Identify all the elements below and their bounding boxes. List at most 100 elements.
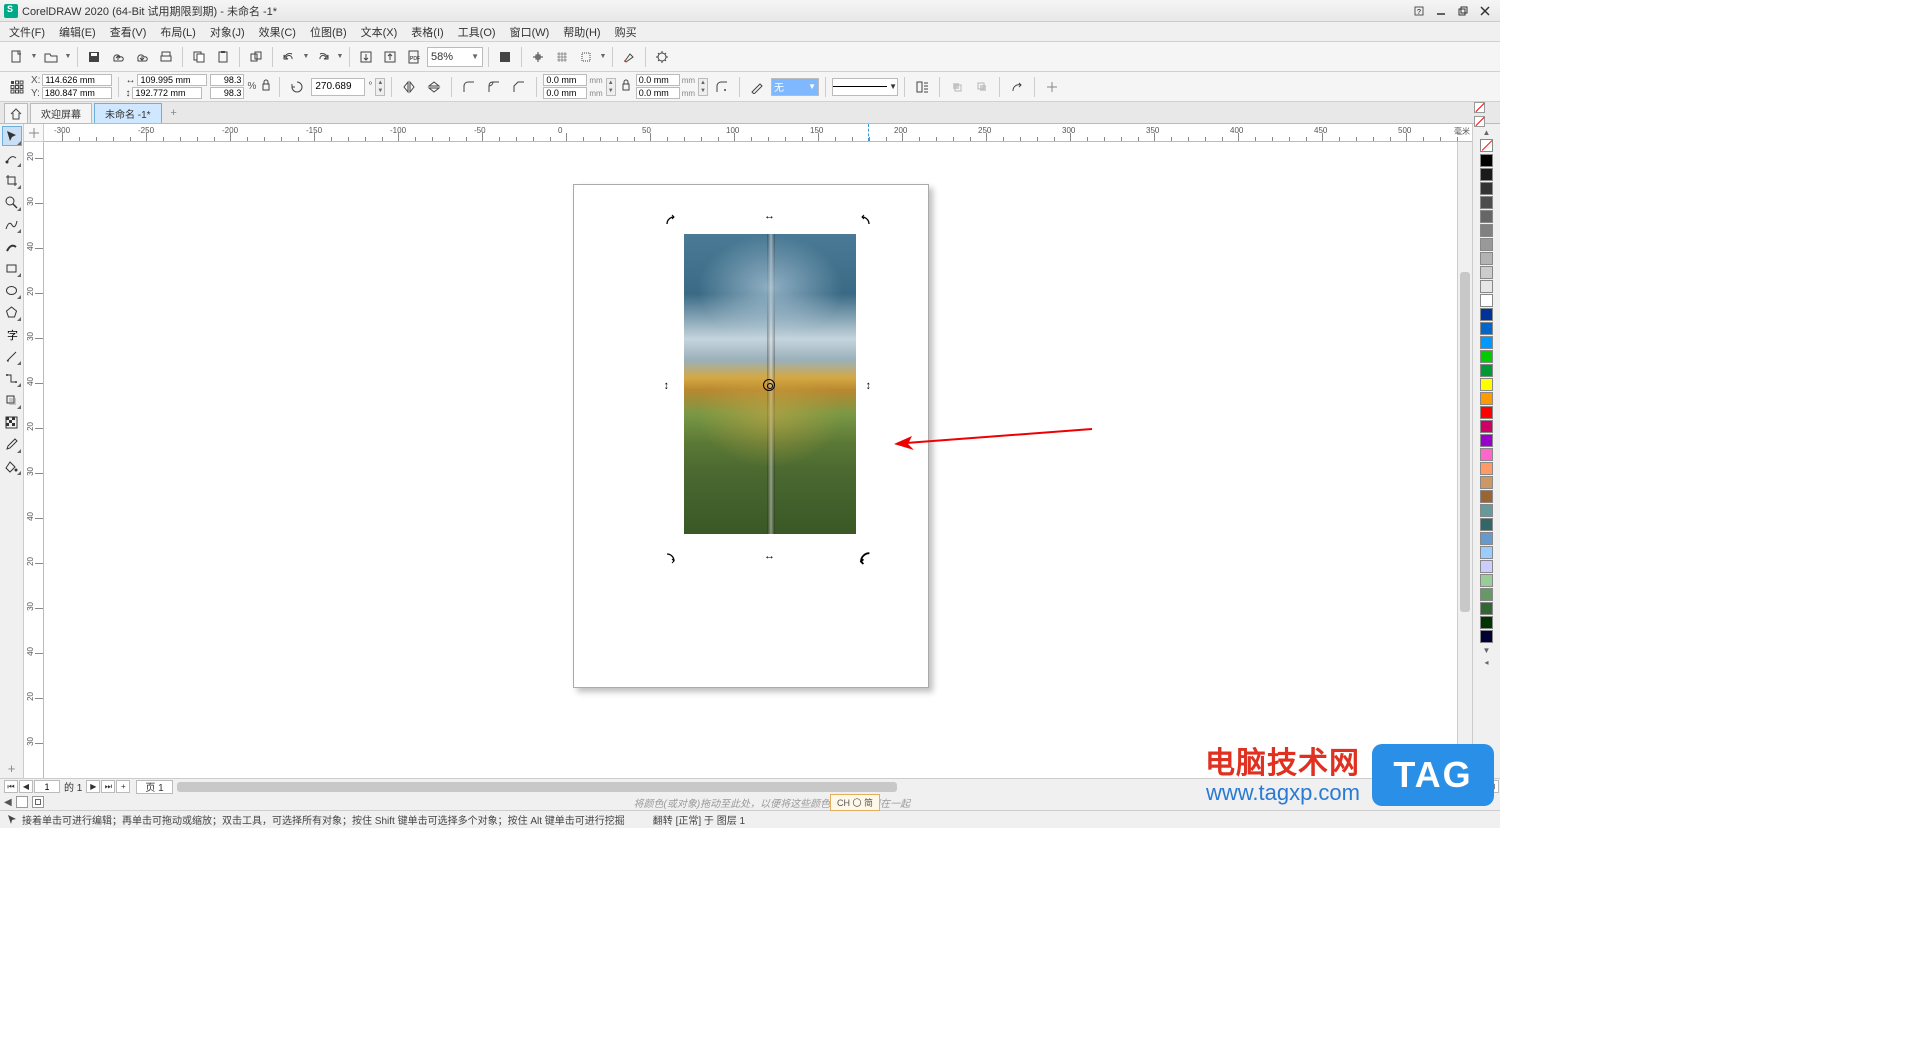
last-page-button[interactable]: ⏭ [101, 780, 115, 793]
convert-curves-button[interactable] [1006, 76, 1028, 98]
lock-ratio-button[interactable] [259, 75, 273, 99]
corner-spinner-1[interactable]: ▲▼ [606, 78, 616, 96]
mirror-h-button[interactable] [398, 76, 420, 98]
copy-button[interactable] [188, 46, 210, 68]
swatch[interactable] [1480, 574, 1493, 587]
transparency-tool[interactable] [2, 412, 22, 432]
menu-edit[interactable]: 编辑(E) [52, 22, 103, 42]
options-button[interactable] [651, 46, 673, 68]
text-tool[interactable]: 字 [2, 324, 22, 344]
swatch[interactable] [1480, 280, 1493, 293]
menu-buy[interactable]: 购买 [608, 22, 644, 42]
corner-tl-input[interactable] [543, 74, 587, 86]
palette-down[interactable]: ▼ [1481, 644, 1493, 656]
paste-button[interactable] [212, 46, 234, 68]
y-input[interactable] [42, 87, 112, 99]
publish-pdf-button[interactable]: PDF [403, 46, 425, 68]
add-tab-button[interactable]: + [164, 103, 184, 123]
lock-corners-button[interactable] [619, 75, 633, 99]
add-preset-button[interactable] [1041, 76, 1063, 98]
new-button[interactable] [6, 46, 28, 68]
outline-width-select[interactable]: 无▼ [771, 78, 819, 96]
document-tab[interactable]: 未命名 -1* [94, 103, 162, 123]
vertical-scrollbar[interactable] [1457, 142, 1472, 778]
menu-bitmap[interactable]: 位图(B) [303, 22, 354, 42]
doc-swatch-1[interactable] [16, 796, 28, 808]
swatch[interactable] [1480, 168, 1493, 181]
undo-button[interactable] [278, 46, 300, 68]
artistic-media-tool[interactable] [2, 236, 22, 256]
corner-spinner-2[interactable]: ▲▼ [698, 78, 708, 96]
corner-round-button[interactable] [458, 76, 480, 98]
ruler-origin[interactable] [24, 124, 44, 142]
swatch[interactable] [1480, 420, 1493, 433]
line-style-select[interactable]: ▼ [832, 78, 898, 96]
menu-view[interactable]: 查看(V) [103, 22, 154, 42]
add-page-button[interactable]: + [116, 780, 130, 793]
drop-shadow-tool[interactable] [2, 390, 22, 410]
horizontal-ruler[interactable]: 毫米 -300-250-200-150-100-5005010015020025… [44, 124, 1472, 142]
connector-tool[interactable] [2, 368, 22, 388]
swatch-none[interactable] [1480, 139, 1493, 152]
swatch[interactable] [1480, 322, 1493, 335]
corner-scallop-button[interactable] [483, 76, 505, 98]
selected-bitmap[interactable] [684, 234, 856, 534]
crop-tool[interactable] [2, 170, 22, 190]
menu-table[interactable]: 表格(I) [404, 22, 450, 42]
restore-button[interactable] [1452, 2, 1474, 20]
rotation-input[interactable] [311, 78, 365, 96]
swatch[interactable] [1480, 546, 1493, 559]
ellipse-tool[interactable] [2, 280, 22, 300]
open-dropdown[interactable]: ▼ [64, 53, 72, 60]
doc-palette-left[interactable]: ◀ [4, 797, 12, 808]
swatch[interactable] [1480, 602, 1493, 615]
snap-guides-button[interactable] [575, 46, 597, 68]
menu-window[interactable]: 窗口(W) [503, 22, 557, 42]
canvas[interactable]: ↔ ↔ ↔ ↔ [44, 142, 1472, 778]
swatch[interactable] [1480, 490, 1493, 503]
scale-x-input[interactable] [210, 74, 244, 86]
swatch[interactable] [1480, 224, 1493, 237]
undo-dropdown[interactable]: ▼ [302, 53, 310, 60]
swatch[interactable] [1480, 294, 1493, 307]
save-button[interactable] [83, 46, 105, 68]
menu-file[interactable]: 文件(F) [2, 22, 52, 42]
palette-up[interactable]: ▲ [1481, 126, 1493, 138]
swatch[interactable] [1480, 392, 1493, 405]
swatch[interactable] [1480, 406, 1493, 419]
cloud-down-button[interactable] [131, 46, 153, 68]
relative-corner-button[interactable] [711, 76, 733, 98]
x-input[interactable] [42, 74, 112, 86]
swatch[interactable] [1480, 616, 1493, 629]
fill-tool[interactable] [2, 456, 22, 476]
close-button[interactable] [1474, 2, 1496, 20]
redo-button[interactable] [312, 46, 334, 68]
parallel-dim-tool[interactable] [2, 346, 22, 366]
width-input[interactable] [137, 74, 207, 86]
swatch[interactable] [1480, 630, 1493, 643]
vscroll-thumb[interactable] [1460, 272, 1470, 612]
menu-text[interactable]: 文本(X) [354, 22, 405, 42]
ime-indicator[interactable]: CH 〇 简 [830, 794, 880, 811]
corner-bl-input[interactable] [543, 87, 587, 99]
polygon-tool[interactable] [2, 302, 22, 322]
swatch[interactable] [1480, 462, 1493, 475]
next-page-button[interactable]: ▶ [86, 780, 100, 793]
menu-help[interactable]: 帮助(H) [556, 22, 607, 42]
import-button[interactable] [355, 46, 377, 68]
wrap-text-button[interactable] [911, 76, 933, 98]
swatch[interactable] [1480, 560, 1493, 573]
doc-swatch-2[interactable] [32, 796, 44, 808]
minimize-button[interactable] [1430, 2, 1452, 20]
page-tab-1[interactable]: 页 1 [136, 780, 172, 794]
swatch[interactable] [1480, 350, 1493, 363]
freehand-tool[interactable] [2, 214, 22, 234]
scale-y-input[interactable] [210, 87, 244, 99]
zoom-level[interactable]: 58%▼ [427, 47, 483, 67]
swatch[interactable] [1480, 252, 1493, 265]
corner-br-input[interactable] [636, 87, 680, 99]
home-tab[interactable] [4, 103, 28, 123]
swatch[interactable] [1480, 504, 1493, 517]
page-number-input[interactable] [34, 780, 60, 793]
swatch[interactable] [1480, 588, 1493, 601]
